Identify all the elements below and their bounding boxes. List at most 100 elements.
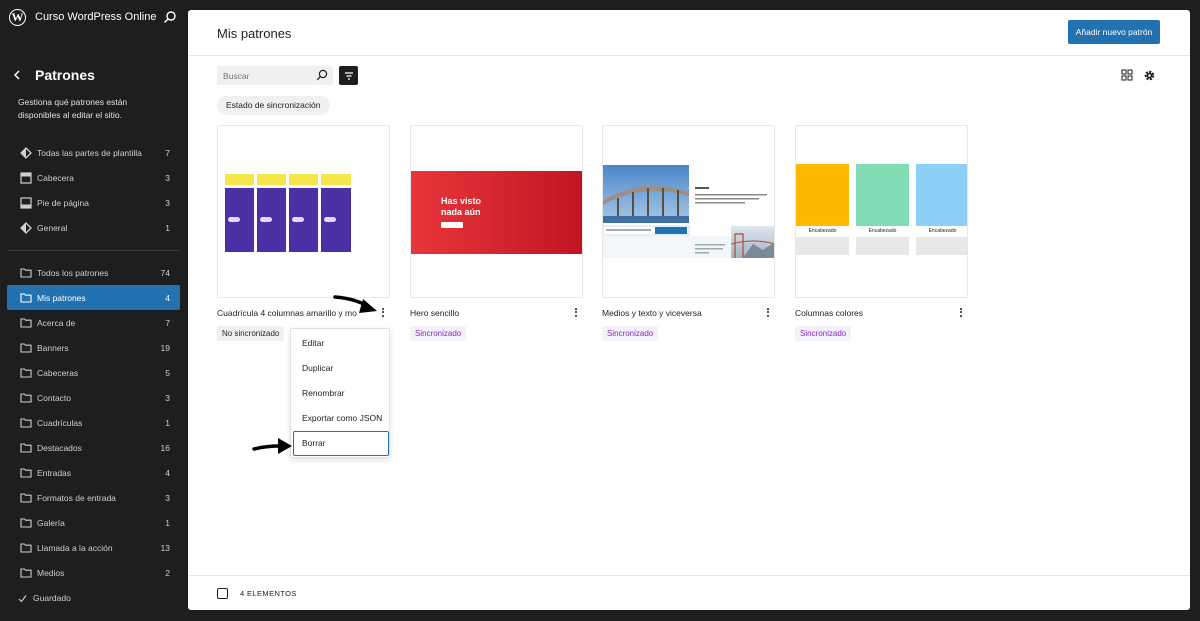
check-icon xyxy=(18,594,27,602)
sidebar-item-label: Formatos de entrada xyxy=(37,492,116,503)
sidebar-item-count: 3 xyxy=(165,172,170,183)
sidebar-item-general[interactable]: General 1 xyxy=(7,215,180,240)
sidebar-item-count: 7 xyxy=(165,317,170,328)
sidebar-item-count: 16 xyxy=(160,442,170,453)
pattern-title[interactable]: Medios y texto y viceversa xyxy=(602,308,702,318)
diamond-icon xyxy=(19,146,32,159)
more-actions-icon[interactable] xyxy=(956,305,966,319)
search-icon[interactable] xyxy=(316,69,328,81)
select-all-checkbox[interactable] xyxy=(217,588,228,599)
sidebar-item-featured[interactable]: Destacados 16 xyxy=(7,435,180,460)
sidebar-item-count: 2 xyxy=(165,567,170,578)
site-name[interactable]: Curso WordPress Online xyxy=(35,11,156,23)
footer-divider xyxy=(188,575,1190,576)
back-chevron-icon[interactable] xyxy=(10,66,26,84)
sidebar-item-count: 1 xyxy=(165,517,170,528)
sidebar-item-count: 4 xyxy=(165,292,170,303)
sidebar-item-media[interactable]: Medios 2 xyxy=(7,560,180,585)
column-heading: Encabezado xyxy=(928,228,957,234)
sidebar-item-label: Cabeceras xyxy=(37,367,79,378)
sidebar-item-count: 1 xyxy=(165,222,170,233)
sidebar-item-posts[interactable]: Entradas 4 xyxy=(7,460,180,485)
folder-icon xyxy=(19,266,32,279)
more-actions-icon[interactable] xyxy=(571,305,581,319)
sync-status-filter-chip[interactable]: Estado de sincronización xyxy=(217,96,330,115)
sidebar-divider xyxy=(7,250,180,251)
color-column-green xyxy=(856,164,909,226)
header-icon xyxy=(19,171,32,184)
sidebar-item-count: 4 xyxy=(165,467,170,478)
grid-view-icon[interactable] xyxy=(1121,69,1133,81)
search-box xyxy=(217,66,333,86)
folder-icon xyxy=(19,466,32,479)
saved-label: Guardado xyxy=(33,593,71,603)
sidebar-item-all-patterns[interactable]: Todos los patrones 74 xyxy=(7,260,180,285)
template-parts-nav: Todas las partes de plantilla 7 Cabecera… xyxy=(7,140,180,240)
sidebar-item-count: 3 xyxy=(165,492,170,503)
sidebar-item-count: 7 xyxy=(165,147,170,158)
sidebar-description: Gestiona qué patrones están disponibles … xyxy=(18,97,128,120)
hero-button-shape xyxy=(441,222,463,228)
folder-icon xyxy=(19,541,32,554)
status-badge: No sincronizado xyxy=(217,326,285,341)
more-actions-icon[interactable] xyxy=(763,305,773,319)
sidebar-item-all-template-parts[interactable]: Todas las partes de plantilla 7 xyxy=(7,140,180,165)
folder-icon xyxy=(19,516,32,529)
menu-item-edit[interactable]: Editar xyxy=(293,331,389,356)
patterns-panel: Mis patrones Añadir nuevo patrón Estado … xyxy=(188,10,1190,610)
sidebar-item-banners[interactable]: Banners 19 xyxy=(7,335,180,360)
pattern-preview-image xyxy=(603,165,774,258)
menu-item-duplicate[interactable]: Duplicar xyxy=(293,356,389,381)
sidebar-item-my-patterns[interactable]: Mis patrones 4 xyxy=(7,285,180,310)
pattern-title[interactable]: Columnas colores xyxy=(795,308,863,318)
add-new-pattern-button[interactable]: Añadir nuevo patrón xyxy=(1068,20,1160,44)
sidebar-item-label: General xyxy=(37,222,68,233)
image-placeholder xyxy=(916,237,967,255)
sidebar-item-post-formats[interactable]: Formatos de entrada 3 xyxy=(7,485,180,510)
column-heading: Encabezado xyxy=(868,228,897,234)
sidebar-item-contact[interactable]: Contacto 3 xyxy=(7,385,180,410)
folder-icon xyxy=(19,491,32,504)
sidebar-item-label: Todas las partes de plantilla xyxy=(37,147,142,158)
sidebar-item-count: 3 xyxy=(165,392,170,403)
filter-button[interactable] xyxy=(339,66,358,85)
sidebar-item-count: 74 xyxy=(160,267,170,278)
search-input[interactable] xyxy=(217,66,312,86)
sidebar-item-label: Todos los patrones xyxy=(37,267,109,278)
pattern-preview-media-text[interactable] xyxy=(602,125,775,298)
sidebar-item-label: Destacados xyxy=(37,442,82,453)
sidebar-item-label: Galería xyxy=(37,517,65,528)
folder-icon xyxy=(19,316,32,329)
color-column-blue xyxy=(916,164,967,226)
pattern-preview-hero[interactable]: Has visto nada aún xyxy=(410,125,583,298)
search-icon[interactable] xyxy=(163,10,177,24)
column-heading: Encabezado xyxy=(808,228,837,234)
sidebar-item-header[interactable]: Cabecera 3 xyxy=(7,165,180,190)
annotation-arrow-icon xyxy=(333,295,377,313)
sidebar-item-label: Cabecera xyxy=(37,172,74,183)
pattern-title[interactable]: Hero sencillo xyxy=(410,308,459,318)
sidebar-item-call-to-action[interactable]: Llamada a la acción 13 xyxy=(7,535,180,560)
header-divider xyxy=(188,55,1190,56)
menu-item-export-json[interactable]: Exportar como JSON xyxy=(293,406,389,431)
wordpress-logo-icon[interactable]: W xyxy=(9,9,26,26)
sidebar-item-footer[interactable]: Pie de página 3 xyxy=(7,190,180,215)
sidebar-item-grids[interactable]: Cuadrículas 1 xyxy=(7,410,180,435)
menu-item-rename[interactable]: Renombrar xyxy=(293,381,389,406)
color-column-orange xyxy=(796,164,849,226)
status-badge: Sincronizado xyxy=(602,326,659,341)
sidebar-item-headers[interactable]: Cabeceras 5 xyxy=(7,360,180,385)
pattern-card: Encabezado Encabezado Encabezado Columna… xyxy=(795,125,968,341)
folder-icon xyxy=(19,366,32,379)
menu-item-delete[interactable]: Borrar xyxy=(293,431,389,456)
sidebar-item-label: Cuadrículas xyxy=(37,417,83,428)
pattern-preview-color-columns[interactable]: Encabezado Encabezado Encabezado xyxy=(795,125,968,298)
sidebar-item-label: Medios xyxy=(37,567,65,578)
folder-icon xyxy=(19,341,32,354)
pattern-preview-grid-4-columns[interactable] xyxy=(217,125,390,298)
footer-icon xyxy=(19,196,32,209)
gear-icon[interactable] xyxy=(1143,69,1156,82)
sidebar-item-gallery[interactable]: Galería 1 xyxy=(7,510,180,535)
sidebar-item-about[interactable]: Acerca de 7 xyxy=(7,310,180,335)
pattern-preview-image xyxy=(225,174,351,252)
